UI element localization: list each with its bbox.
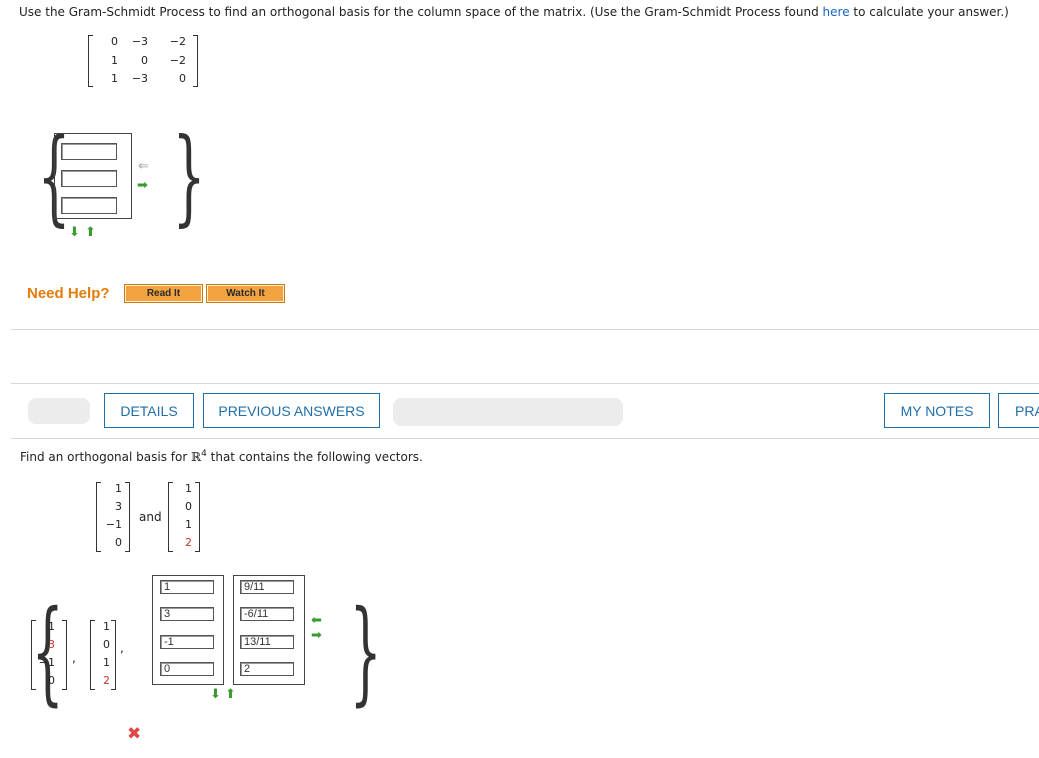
- vector-bracket-left: [168, 482, 173, 552]
- answer-input[interactable]: [61, 197, 117, 214]
- answer-input[interactable]: [61, 143, 117, 160]
- answer-input[interactable]: [240, 662, 294, 676]
- instruction-suffix: to calculate your answer.): [849, 5, 1009, 19]
- vector-entry: 0: [185, 500, 192, 513]
- vector-bracket-right: [125, 482, 130, 552]
- vector-entry: 3: [48, 638, 55, 651]
- practice-button[interactable]: PRA: [998, 393, 1039, 428]
- remove-row-up-arrow-icon[interactable]: ⬆: [225, 688, 236, 701]
- vector-entry: 0: [103, 638, 110, 651]
- set-brace-right: }: [349, 587, 382, 717]
- remove-column-arrow-icon[interactable]: ⇐: [138, 160, 149, 173]
- prompt-suffix: that contains the following vectors.: [206, 450, 423, 464]
- instruction-prefix: Use the Gram-Schmidt Process to find an …: [19, 5, 823, 19]
- add-column-arrow-icon[interactable]: ➡: [311, 629, 322, 642]
- answer-input[interactable]: [240, 607, 294, 621]
- answer-input[interactable]: [61, 170, 117, 187]
- add-column-arrow-icon[interactable]: ➡: [137, 179, 148, 192]
- answer-input[interactable]: [160, 607, 214, 621]
- redacted-area: [393, 398, 623, 426]
- answer-input[interactable]: [160, 635, 214, 649]
- real-space-symbol: ℝ: [191, 450, 202, 464]
- matrix-cell: −2: [169, 35, 186, 48]
- matrix-cell: 1: [111, 72, 118, 85]
- vector-entry: 1: [185, 482, 192, 495]
- vector-bracket-left: [96, 482, 101, 552]
- add-row-down-arrow-icon[interactable]: ⬇: [210, 688, 221, 701]
- vector-entry: 1: [48, 620, 55, 633]
- incorrect-x-icon: ✖: [127, 724, 142, 744]
- vector-entry: 0: [48, 674, 55, 687]
- answer-input[interactable]: [240, 635, 294, 649]
- answer-vector-2: 1 0 1 2: [90, 620, 116, 690]
- vector-entry: 1: [103, 656, 110, 669]
- matrix-cell: 0: [141, 54, 148, 67]
- given-vector-2: 1 0 1 2: [168, 482, 200, 552]
- vector-entry: 1: [185, 518, 192, 531]
- matrix-cell: 0: [111, 35, 118, 48]
- section-divider: [11, 329, 1039, 330]
- vector-entry: −1: [38, 656, 55, 669]
- answer-input[interactable]: [160, 580, 214, 594]
- watch-it-button[interactable]: Watch It: [206, 284, 285, 303]
- separator-comma: ,: [72, 651, 76, 665]
- answer-vector-1: 1 3 −1 0: [31, 620, 67, 690]
- my-notes-button[interactable]: MY NOTES: [884, 393, 990, 428]
- toolbar-top-border: [11, 383, 1039, 384]
- set-brace-right: }: [172, 115, 206, 237]
- and-label: and: [139, 510, 162, 524]
- vector-entry: 2: [185, 536, 192, 549]
- answer-input[interactable]: [240, 580, 294, 594]
- vector-entry: 1: [115, 482, 122, 495]
- matrix-bracket-right: [193, 35, 198, 87]
- details-button[interactable]: DETAILS: [104, 393, 194, 428]
- matrix-cell: −3: [131, 72, 148, 85]
- vector-bracket-right: [111, 620, 116, 690]
- matrix-cell: 0: [179, 72, 186, 85]
- matrix-cell: −3: [131, 35, 148, 48]
- question2-prompt: Find an orthogonal basis for ℝ4 that con…: [20, 449, 423, 464]
- read-it-button[interactable]: Read It: [124, 284, 203, 303]
- add-row-down-arrow-icon[interactable]: ⬇: [69, 226, 80, 239]
- question1-matrix: 0 −3 −2 1 0 −2 1 −3 0: [88, 35, 198, 87]
- redacted-area: [28, 398, 90, 424]
- matrix-cell: −2: [169, 54, 186, 67]
- vector-bracket-right: [62, 620, 67, 690]
- vector-entry: 2: [103, 674, 110, 687]
- answer-input[interactable]: [160, 662, 214, 676]
- need-help-label: Need Help?: [27, 285, 110, 302]
- given-vector-1: 1 3 −1 0: [96, 482, 130, 552]
- vector-entry: 3: [115, 500, 122, 513]
- matrix-cell: 1: [111, 54, 118, 67]
- remove-row-up-arrow-icon[interactable]: ⬆: [85, 226, 96, 239]
- vector-bracket-left: [31, 620, 36, 690]
- vector-bracket-right: [195, 482, 200, 552]
- vector-entry: −1: [105, 518, 122, 531]
- toolbar-bottom-border: [11, 438, 1039, 439]
- vector-entry: 0: [115, 536, 122, 549]
- question1-instruction: Use the Gram-Schmidt Process to find an …: [19, 5, 1009, 19]
- matrix-bracket-left: [88, 35, 93, 87]
- vector-entry: 1: [103, 620, 110, 633]
- previous-answers-button[interactable]: PREVIOUS ANSWERS: [203, 393, 380, 428]
- remove-column-arrow-icon[interactable]: ⬅: [311, 614, 322, 627]
- gram-schmidt-link[interactable]: here: [823, 5, 850, 19]
- prompt-prefix: Find an orthogonal basis for: [20, 450, 192, 464]
- separator-comma: ,: [120, 641, 124, 655]
